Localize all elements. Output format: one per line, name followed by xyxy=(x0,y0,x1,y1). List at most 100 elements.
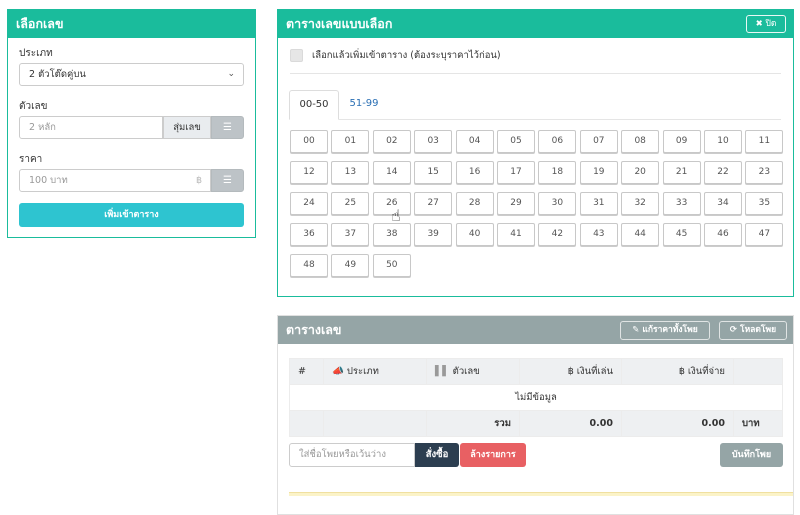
number-button[interactable]: 11 xyxy=(745,130,784,153)
number-button[interactable]: 36 xyxy=(290,223,328,246)
number-button[interactable]: 19 xyxy=(579,161,618,184)
number-button[interactable]: 06 xyxy=(538,130,577,153)
col-bet-amount: ฿ เงินที่เล่น xyxy=(519,358,622,385)
number-button[interactable]: 28 xyxy=(455,192,494,215)
number-button[interactable]: 49 xyxy=(331,254,370,277)
number-button[interactable]: 05 xyxy=(497,130,535,153)
number-button[interactable]: 25 xyxy=(331,192,370,215)
number-button[interactable]: 22 xyxy=(704,161,742,184)
number-button[interactable]: 07 xyxy=(579,130,618,153)
number-button[interactable]: 35 xyxy=(745,192,784,215)
col-blank xyxy=(733,358,783,385)
pointer-cursor-icon: ☝ xyxy=(391,206,401,225)
col-number: ▌▌ ตัวเลข xyxy=(426,358,520,385)
price-input[interactable]: 100 บาท ฿ xyxy=(19,169,211,192)
auto-add-checkbox[interactable] xyxy=(290,49,303,62)
empty-message: ไม่มีข้อมูล xyxy=(289,384,783,411)
number-button[interactable]: 40 xyxy=(455,223,494,246)
number-button[interactable]: 08 xyxy=(621,130,660,153)
number-button[interactable]: 32 xyxy=(621,192,660,215)
panel-title: ตารางเลข ✎ แก้ราคาทั้งโพย ⟳ โหลดโพย xyxy=(278,316,793,344)
chevron-down-icon: ⌄ xyxy=(227,69,235,79)
panel-title: ตารางเลขแบบเลือก ✖ ปิด xyxy=(278,10,793,38)
type-select[interactable]: 2 ตัวโต๊ดคู่บน ⌄ xyxy=(19,63,244,86)
edit-all-prices-button[interactable]: ✎ แก้ราคาทั้งโพย xyxy=(620,321,710,340)
total-bet: 0.00 xyxy=(519,410,622,437)
order-button[interactable]: สั่งซื้อ xyxy=(415,443,459,467)
number-button[interactable]: 00 xyxy=(290,130,328,153)
number-button[interactable]: 15 xyxy=(414,161,453,184)
number-button[interactable]: 42 xyxy=(538,223,577,246)
clear-list-button[interactable]: ล้างรายการ xyxy=(460,443,526,467)
add-to-table-button[interactable]: เพิ่มเข้าตาราง xyxy=(19,203,244,227)
table-header-row: # 📣 ประเภท ▌▌ ตัวเลข ฿ เงินที่เล่น ฿ เงิ… xyxy=(289,358,783,385)
number-button[interactable]: 34 xyxy=(704,192,742,215)
number-button[interactable]: 45 xyxy=(662,223,701,246)
type-label: ประเภท xyxy=(19,48,53,59)
number-button[interactable]: 14 xyxy=(372,161,411,184)
baht-icon: ฿ xyxy=(195,175,202,186)
number-button[interactable]: 38 xyxy=(372,223,411,246)
number-button[interactable]: 39 xyxy=(414,223,453,246)
auto-add-checkbox-row[interactable]: เลือกแล้วเพิ่มเข้าตาราง (ต้องระบุราคาไว้… xyxy=(290,48,501,63)
number-input[interactable]: 2 หลัก xyxy=(19,116,163,139)
number-button[interactable]: 27 xyxy=(414,192,453,215)
number-button[interactable]: 24 xyxy=(290,192,328,215)
divider xyxy=(339,119,781,120)
alert-bar xyxy=(289,492,793,496)
edit-icon: ✎ xyxy=(632,325,640,335)
table-row: ไม่มีข้อมูล xyxy=(289,384,783,411)
number-button[interactable]: 37 xyxy=(331,223,370,246)
load-label: โหลดโพย xyxy=(740,325,777,335)
edit-all-label: แก้ราคาทั้งโพย xyxy=(642,325,698,335)
barcode-icon: ▌▌ xyxy=(435,366,450,377)
number-button[interactable]: 31 xyxy=(579,192,618,215)
number-button[interactable]: 29 xyxy=(497,192,535,215)
refresh-icon: ⟳ xyxy=(729,325,738,335)
number-button[interactable]: 48 xyxy=(290,254,328,277)
number-button[interactable]: 09 xyxy=(662,130,701,153)
bullhorn-icon: 📣 xyxy=(332,366,344,377)
number-button[interactable]: 03 xyxy=(414,130,453,153)
number-button[interactable]: 33 xyxy=(662,192,701,215)
number-button[interactable]: 47 xyxy=(745,223,784,246)
number-button[interactable]: 41 xyxy=(497,223,535,246)
number-button[interactable]: 30 xyxy=(538,192,577,215)
number-button[interactable]: 44 xyxy=(621,223,660,246)
number-button[interactable]: 17 xyxy=(497,161,535,184)
tab-51-99[interactable]: 51-99 xyxy=(341,90,387,120)
number-button[interactable]: 04 xyxy=(455,130,494,153)
number-button[interactable]: 10 xyxy=(704,130,742,153)
tab-00-50[interactable]: 00-50 xyxy=(289,90,339,120)
number-grid-panel: ตารางเลขแบบเลือก ✖ ปิด เลือกแล้วเพิ่มเข้… xyxy=(277,9,794,297)
number-button[interactable]: 01 xyxy=(331,130,370,153)
unit-label: บาท xyxy=(733,410,783,437)
number-button[interactable]: 13 xyxy=(331,161,370,184)
total-label: รวม xyxy=(426,410,520,437)
number-button[interactable]: 16 xyxy=(455,161,494,184)
number-button[interactable]: 21 xyxy=(662,161,701,184)
panel-title: เลือกเลข xyxy=(8,10,255,38)
number-button[interactable]: 46 xyxy=(704,223,742,246)
random-number-button[interactable]: สุ่มเลข xyxy=(163,116,211,139)
col-pay-amount: ฿ เงินที่จ่าย xyxy=(621,358,734,385)
list-icon[interactable]: ☰ xyxy=(211,169,244,192)
number-button[interactable]: 23 xyxy=(745,161,784,184)
list-icon[interactable]: ☰ xyxy=(211,116,244,139)
select-number-panel: เลือกเลข ประเภท 2 ตัวโต๊ดคู่บน ⌄ ตัวเลข … xyxy=(7,9,256,238)
number-button[interactable]: 50 xyxy=(372,254,411,277)
number-label: ตัวเลข xyxy=(19,101,48,112)
save-bet-button[interactable]: บันทึกโพย xyxy=(720,443,783,467)
bet-table-panel: ตารางเลข ✎ แก้ราคาทั้งโพย ⟳ โหลดโพย # 📣 … xyxy=(277,315,794,515)
table-title: ตารางเลข xyxy=(286,322,342,337)
load-bet-button[interactable]: ⟳ โหลดโพย xyxy=(719,321,787,340)
number-button[interactable]: 43 xyxy=(579,223,618,246)
number-button[interactable]: 20 xyxy=(621,161,660,184)
total-row: รวม 0.00 0.00 บาท xyxy=(289,410,783,437)
close-button[interactable]: ✖ ปิด xyxy=(746,15,786,33)
number-button[interactable]: 18 xyxy=(538,161,577,184)
number-button[interactable]: 12 xyxy=(290,161,328,184)
bet-table: # 📣 ประเภท ▌▌ ตัวเลข ฿ เงินที่เล่น ฿ เงิ… xyxy=(289,358,783,437)
bet-name-input[interactable]: ใส่ชื่อโพยหรือเว้นว่าง xyxy=(289,443,415,467)
number-button[interactable]: 02 xyxy=(372,130,411,153)
